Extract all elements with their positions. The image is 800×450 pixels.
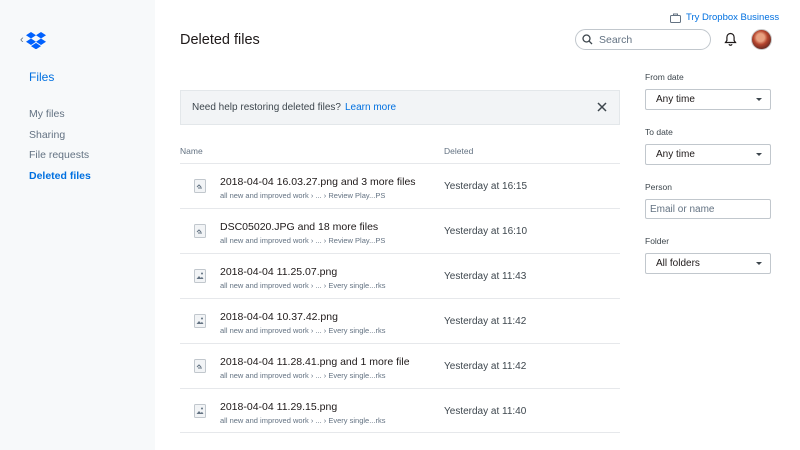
person-input[interactable] [645,199,771,219]
chevron-down-icon [756,153,762,156]
file-path: all new and improved work › ... › Review… [220,191,386,200]
file-path: all new and improved work › ... › Every … [220,371,386,380]
table-row[interactable]: 2018-04-04 10.37.42.png all new and impr… [180,298,620,343]
deleted-date: Yesterday at 11:42 [444,361,527,372]
deleted-date: Yesterday at 11:40 [444,406,527,417]
from-date-label: From date [645,72,684,82]
table-row[interactable]: 2018-04-04 11.25.07.png all new and impr… [180,253,620,298]
image-file-icon [194,404,206,418]
main-panel: Try Dropbox Business Deleted files Need … [155,0,800,450]
deleted-date: Yesterday at 11:42 [444,316,527,327]
file-path: all new and improved work › ... › Every … [220,281,386,290]
folder-select[interactable]: All folders [645,253,771,274]
dropbox-logo-icon [25,31,46,49]
table-row[interactable]: 2018-04-04 11.28.41.png and 1 more file … [180,343,620,388]
search-icon [582,34,593,45]
file-name: 2018-04-04 10.37.42.png [220,311,338,323]
table-row[interactable]: 2018-04-04 11.29.15.png all new and impr… [180,388,620,433]
file-stack-icon [194,224,206,238]
try-business-link[interactable]: Try Dropbox Business [670,12,779,23]
avatar[interactable] [751,29,772,50]
file-stack-icon [194,359,206,373]
learn-more-link[interactable]: Learn more [345,102,396,113]
file-name: DSC05020.JPG and 18 more files [220,221,379,233]
file-name: 2018-04-04 11.28.41.png and 1 more file [220,356,410,368]
person-label: Person [645,182,672,192]
to-date-select[interactable]: Any time [645,144,771,165]
file-name: 2018-04-04 11.29.15.png [220,401,338,413]
sidebar-item-my-files[interactable]: My files [29,108,91,129]
file-stack-icon [194,179,206,193]
column-header-name[interactable]: Name [180,146,203,156]
try-business-label: Try Dropbox Business [686,12,780,23]
chevron-down-icon [756,98,762,101]
table-row[interactable]: 2018-04-04 16.03.27.png and 3 more files… [180,163,620,208]
home-link[interactable]: ‹ [20,30,46,50]
file-name: 2018-04-04 11.25.07.png [220,266,338,278]
from-date-select[interactable]: Any time [645,89,771,110]
briefcase-icon [670,13,681,23]
help-banner: Need help restoring deleted files? Learn… [180,90,620,125]
from-date-value: Any time [656,94,695,105]
folder-label: Folder [645,236,670,246]
folder-value: All folders [656,258,700,269]
bell-icon[interactable] [724,32,737,47]
close-icon[interactable] [597,102,607,112]
image-file-icon [194,314,206,328]
search-input[interactable] [599,33,699,46]
deleted-date: Yesterday at 16:15 [444,181,528,192]
deleted-files-list: 2018-04-04 16.03.27.png and 3 more files… [180,163,620,433]
back-chevron-icon: ‹ [20,33,24,46]
to-date-value: Any time [656,149,695,160]
file-path: all new and improved work › ... › Every … [220,326,386,335]
file-path: all new and improved work › ... › Every … [220,416,386,425]
sidebar: ‹ Files My files Sharing File requests D… [0,0,155,450]
column-header-deleted[interactable]: Deleted [444,146,473,156]
sidebar-item-sharing[interactable]: Sharing [29,129,91,150]
deleted-date: Yesterday at 16:10 [444,226,528,237]
to-date-label: To date [645,127,673,137]
sidebar-title[interactable]: Files [29,70,54,84]
page-title: Deleted files [180,32,260,48]
table-row[interactable]: DSC05020.JPG and 18 more files all new a… [180,208,620,253]
sidebar-nav: My files Sharing File requests Deleted f… [29,108,91,190]
sidebar-item-deleted-files[interactable]: Deleted files [29,170,91,191]
deleted-date: Yesterday at 11:43 [444,271,527,282]
file-path: all new and improved work › ... › Review… [220,236,386,245]
banner-text: Need help restoring deleted files? [192,102,341,113]
sidebar-item-file-requests[interactable]: File requests [29,149,91,170]
search-box[interactable] [575,29,711,50]
image-file-icon [194,269,206,283]
file-name: 2018-04-04 16.03.27.png and 3 more files [220,176,416,188]
chevron-down-icon [756,262,762,265]
